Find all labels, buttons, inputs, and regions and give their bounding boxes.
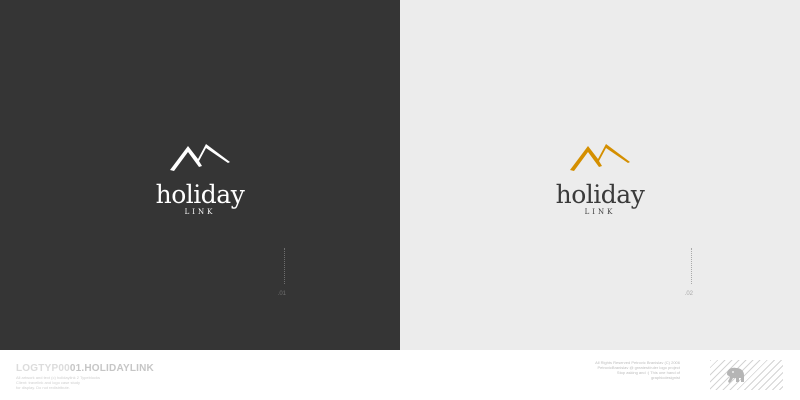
wordmark-subline: LINK — [584, 208, 616, 216]
dark-logo-panel: holiday LINK .01 — [0, 0, 400, 350]
wordmark-subline: LINK — [184, 208, 216, 216]
description-line: for display. Do not redistribute. — [16, 385, 70, 390]
panel-marker: .02 — [670, 248, 694, 298]
presentation-footer: LOGTYP0001.HOLIDAYLINK All artwork and t… — [0, 350, 800, 400]
light-logo-panel: holiday LINK .02 — [400, 0, 800, 350]
panel-marker: .01 — [263, 248, 287, 298]
elephant-icon — [727, 367, 744, 383]
studio-stamp — [710, 360, 783, 390]
wordmark: holiday — [155, 180, 245, 209]
wordmark: holiday — [555, 180, 645, 209]
project-title: LOGTYP0001.HOLIDAYLINK — [16, 363, 154, 374]
project-description: All artwork and text (c) holidaylink 2 T… — [16, 375, 126, 390]
rights-line: graphicdesignist — [651, 375, 680, 380]
mountain-peaks-icon — [170, 144, 230, 171]
logo-lockup: holiday LINK — [0, 140, 400, 216]
mountain-peaks-icon — [570, 144, 630, 171]
marker-dotted-line — [691, 248, 692, 284]
logo-lockup: holiday LINK — [400, 140, 800, 216]
rights-notice: All Rights Reserved Petrovic Branislav (… — [540, 360, 680, 380]
marker-dotted-line — [284, 248, 285, 284]
marker-number: .02 — [684, 291, 693, 297]
project-name: 01.HOLIDAYLINK — [69, 363, 154, 374]
project-code: LOGTYP00 — [16, 363, 70, 374]
marker-number: .01 — [277, 291, 286, 297]
